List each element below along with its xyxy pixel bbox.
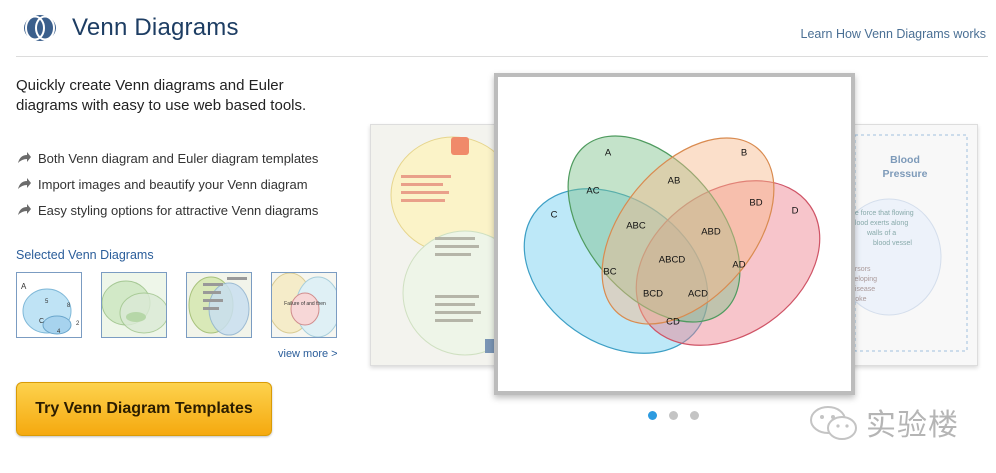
feature-label: Both Venn diagram and Euler diagram temp… [38,150,319,166]
slide-title-line: Blood [890,154,920,166]
carousel-dot-1[interactable] [648,411,657,420]
venn-label-cd: CD [666,317,680,328]
carousel-slide-next[interactable]: Blood Pressure he force that flowing blo… [848,124,978,366]
venn-label-ac: AC [586,186,599,197]
watermark-text: 实验楼 [866,409,959,442]
feature-item: Import images and beautify your Venn dia… [16,174,308,194]
slide-title-line: Pressure [883,168,928,180]
venn-label-b: B [741,148,747,159]
selected-diagrams-title: Selected Venn Diagrams [16,248,154,262]
learn-how-link[interactable]: Learn How Venn Diagrams works [801,27,987,41]
header-divider [16,56,988,57]
venn-label-abc: ABC [626,221,646,232]
arrow-icon [18,204,31,215]
slide-text: walls of a [866,230,896,237]
carousel-dot-2[interactable] [669,411,678,420]
venn-label-acd: ACD [688,289,708,300]
venn-label-a: A [605,148,612,159]
carousel-dot-3[interactable] [690,411,699,420]
carousel-slide-active[interactable]: A B C D AB AC BD ABC ABD ABCD BC AD BCD … [494,73,855,395]
wechat-watermark-icon [810,406,857,440]
venn-label-ab: AB [668,176,681,187]
thumb-label: C [39,318,44,325]
venn-thumbnail-3[interactable] [186,272,252,338]
slide-text: blood exerts along [851,220,908,227]
feature-item: Easy styling options for attractive Venn… [16,200,318,220]
carousel-slide-prev[interactable] [370,124,502,366]
venn-label-abd: ABD [701,227,721,238]
brand-title: Venn Diagrams [72,14,239,41]
thumb-label: 2 [76,321,80,327]
venn-label-ad: AD [732,260,745,271]
venn-label-bc: BC [603,267,616,278]
venn-thumbnail-4[interactable]: Failure of and then [271,272,337,338]
venn-thumbnail-1[interactable]: A 5 8 C 4 2 [16,272,82,338]
thumb-label: A [21,282,27,291]
venn-label-bcd: BCD [643,289,663,300]
venn-label-bd: BD [749,198,762,209]
venn-label-d: D [792,206,799,217]
venn-label-abcd: ABCD [659,255,686,266]
arrow-icon [18,152,31,163]
view-more-link[interactable]: view more > [278,348,338,360]
slide-text: he force that flowing [851,210,914,217]
feature-label: Import images and beautify your Venn dia… [38,176,308,192]
arrow-icon [18,178,31,189]
try-templates-button[interactable]: Try Venn Diagram Templates [16,382,272,436]
thumb-label: Failure of and then [284,301,326,307]
feature-item: Both Venn diagram and Euler diagram temp… [16,148,318,168]
intro-text: Quickly create Venn diagrams and Euler d… [16,77,307,114]
slide-text: blood vessel [873,240,912,247]
venn-logo-icon [24,15,56,41]
four-set-venn-diagram: A B C D AB AC BD ABC ABD ABCD BC AD BCD … [523,135,821,354]
feature-label: Easy styling options for attractive Venn… [38,202,319,218]
venn-thumbnail-2[interactable] [101,272,167,338]
venn-label-c: C [551,210,558,221]
